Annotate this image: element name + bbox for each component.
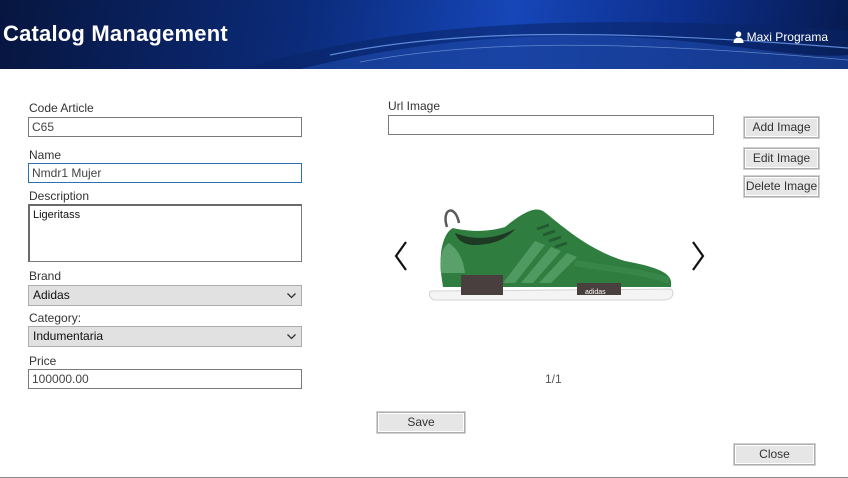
brand-label: Brand <box>29 269 62 283</box>
image-counter: 1/1 <box>545 372 562 386</box>
category-select[interactable]: Indumentaria <box>28 326 302 347</box>
price-input[interactable]: 100000.00 <box>28 369 302 389</box>
user-info[interactable]: Maxi Programa <box>733 30 828 44</box>
chevron-down-icon <box>287 293 296 299</box>
description-label: Description <box>29 189 90 203</box>
name-label: Name <box>29 148 62 162</box>
user-name: Maxi Programa <box>746 30 828 44</box>
close-button[interactable]: Close <box>734 444 815 465</box>
category-selected-value: Indumentaria <box>33 329 104 343</box>
catalog-window: Catalog Management Maxi Programa Code Ar… <box>0 0 848 478</box>
product-image: adidas <box>428 209 674 301</box>
category-label: Category: <box>29 311 82 325</box>
user-icon <box>733 31 744 43</box>
shoe-brand-text: adidas <box>585 289 606 296</box>
price-label: Price <box>29 354 57 368</box>
previous-image-arrow-icon[interactable] <box>393 240 409 272</box>
description-textarea[interactable]: Ligeritass <box>28 204 302 262</box>
chevron-down-icon <box>287 334 296 340</box>
header-banner: Catalog Management Maxi Programa <box>0 0 848 69</box>
code-label: Code Article <box>29 101 94 115</box>
brand-selected-value: Adidas <box>33 288 70 302</box>
url-image-label: Url Image <box>388 99 441 113</box>
name-input[interactable]: Nmdr1 Mujer <box>28 163 302 183</box>
next-image-arrow-icon[interactable] <box>690 240 706 272</box>
url-image-input[interactable] <box>388 115 714 135</box>
edit-image-button[interactable]: Edit Image <box>744 148 819 169</box>
add-image-button[interactable]: Add Image <box>744 117 819 138</box>
save-button[interactable]: Save <box>377 412 465 433</box>
app-title: Catalog Management <box>3 21 228 46</box>
code-input[interactable]: C65 <box>28 117 302 137</box>
delete-image-button[interactable]: Delete Image <box>744 176 819 197</box>
brand-select[interactable]: Adidas <box>28 285 302 306</box>
